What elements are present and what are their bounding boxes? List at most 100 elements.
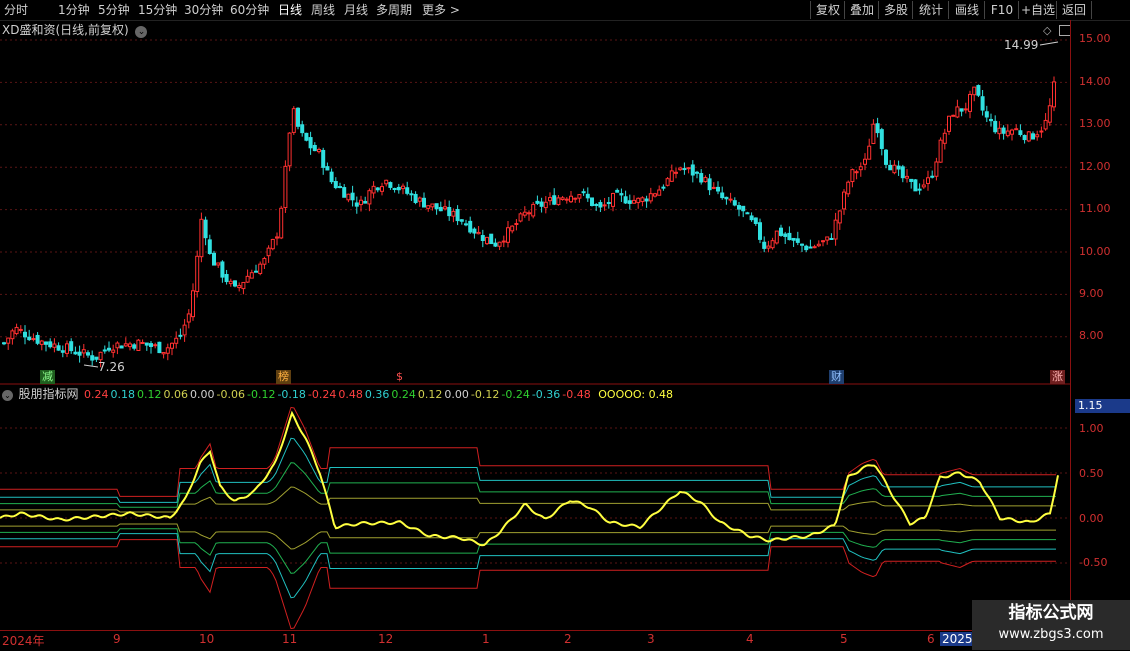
multi-stock-button[interactable]: 多股: [878, 1, 913, 19]
candle-body: [690, 164, 695, 176]
candle-body: [380, 186, 384, 192]
indicator-tick: 1.00: [1079, 422, 1104, 435]
candle-body: [766, 245, 771, 249]
candle-body: [485, 236, 489, 245]
candle-body: [728, 198, 733, 201]
candle-body: [577, 194, 582, 199]
candle-body: [144, 342, 149, 346]
candle-body: [627, 200, 632, 204]
candle-body: [14, 326, 19, 335]
candle-body: [875, 123, 880, 134]
candle-body: [375, 187, 380, 191]
tf-more[interactable]: 更多 >: [422, 2, 460, 18]
draw-button[interactable]: 画线: [948, 1, 985, 19]
candle-body: [1031, 133, 1035, 140]
indicator-level-value: 0.18: [110, 388, 136, 401]
event-marker-reduce[interactable]: 减: [40, 370, 55, 384]
candle-body: [77, 351, 82, 356]
candle-body: [86, 352, 90, 356]
candle-body: [871, 123, 876, 144]
tf-multi[interactable]: 多周期: [376, 2, 412, 18]
candle-body: [930, 175, 935, 178]
candle-body: [854, 171, 859, 174]
diamond-icon[interactable]: ◇: [1043, 24, 1051, 37]
candle-body: [548, 197, 552, 202]
event-marker-dollar[interactable]: $: [394, 370, 405, 384]
indicator-level-value: 0.24: [84, 388, 109, 401]
tf-1min[interactable]: 1分钟: [58, 2, 90, 18]
candle-body: [396, 186, 401, 191]
tf-5min[interactable]: 5分钟: [98, 2, 130, 18]
indicator-band-line: [0, 406, 1056, 497]
price-tick: 13.00: [1079, 117, 1111, 130]
candle-body: [31, 338, 36, 341]
candle-body: [951, 114, 956, 117]
candle-body: [984, 111, 989, 118]
candle-body: [237, 285, 242, 289]
chevron-down-icon[interactable]: ⌄: [2, 390, 13, 401]
add-watchlist-button[interactable]: +自选: [1018, 1, 1057, 19]
candle-body: [325, 166, 330, 171]
candle-body: [363, 200, 368, 204]
indicator-tick: -0.50: [1079, 556, 1108, 569]
candle-body: [510, 225, 515, 232]
chart-canvas[interactable]: [0, 20, 1070, 630]
candle-body: [976, 85, 981, 96]
tf-60min[interactable]: 60分钟: [230, 2, 269, 18]
candle-body: [497, 241, 502, 247]
candle-body: [926, 177, 930, 184]
candle-body: [199, 218, 204, 258]
candle-body: [119, 345, 124, 349]
candle-body: [905, 175, 909, 179]
candle-body: [821, 240, 825, 243]
f10-button[interactable]: F10: [984, 1, 1019, 19]
tf-monthly[interactable]: 月线: [344, 2, 368, 18]
candle-body: [837, 210, 842, 224]
candle-body: [417, 197, 422, 202]
candle-body: [165, 347, 170, 354]
chevron-down-icon[interactable]: ⌄: [135, 26, 148, 38]
candle-body: [111, 349, 116, 353]
candle-body: [938, 139, 943, 163]
indicator-level-value: 0.36: [364, 388, 390, 401]
stats-button[interactable]: 统计: [912, 1, 949, 19]
indicator-level-value: -0.48: [562, 388, 591, 401]
price-tick: 15.00: [1079, 32, 1111, 45]
candle-body: [296, 107, 300, 127]
date-tick: 3: [647, 632, 655, 646]
overlay-button[interactable]: 叠加: [844, 1, 879, 19]
candle-body: [678, 167, 683, 171]
event-marker-finance[interactable]: 财: [829, 370, 844, 384]
candle-body: [300, 124, 305, 134]
fuquan-button[interactable]: 复权: [810, 1, 845, 19]
candle-body: [867, 145, 872, 160]
candle-body: [1052, 81, 1056, 108]
event-marker-limitup[interactable]: 涨: [1050, 370, 1065, 384]
candle-body: [783, 233, 788, 237]
candle-body: [94, 356, 99, 360]
candle-body: [888, 164, 893, 171]
tf-weekly[interactable]: 周线: [311, 2, 335, 18]
candle-body: [615, 189, 620, 193]
tf-daily[interactable]: 日线: [278, 2, 302, 18]
candle-body: [552, 195, 557, 205]
back-button[interactable]: 返回: [1056, 1, 1092, 19]
price-tick: 11.00: [1079, 202, 1111, 215]
candle-body: [2, 342, 6, 345]
candle-body: [1022, 135, 1027, 141]
candle-body: [749, 215, 754, 221]
indicator-band-line: [0, 462, 1056, 508]
candle-body: [846, 181, 851, 195]
candle-body: [774, 230, 779, 244]
date-tick: 12: [378, 632, 394, 646]
tf-fenshi[interactable]: 分时: [4, 2, 28, 18]
candle-body: [304, 132, 309, 141]
candle-body: [123, 343, 128, 347]
candle-body: [514, 223, 519, 226]
candle-body: [6, 337, 11, 344]
candle-body: [367, 190, 372, 205]
tf-15min[interactable]: 15分钟: [138, 2, 177, 18]
candle-body: [359, 199, 363, 206]
event-marker-list[interactable]: 榜: [276, 370, 291, 384]
tf-30min[interactable]: 30分钟: [184, 2, 223, 18]
